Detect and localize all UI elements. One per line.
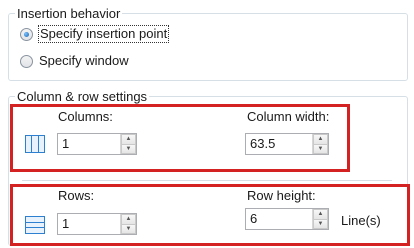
- column-width-label: Column width:: [247, 109, 329, 125]
- rows-value[interactable]: 1: [58, 214, 120, 234]
- column-row-settings-title: Column & row settings: [15, 89, 150, 104]
- column-width-spin-buttons: ▲ ▼: [312, 134, 328, 154]
- column-width-decrement-button[interactable]: ▼: [313, 144, 328, 154]
- row-height-unit: Line(s): [341, 213, 381, 228]
- columns-label: Columns:: [58, 109, 113, 125]
- columns-value[interactable]: 1: [58, 134, 120, 154]
- rows-decrement-button[interactable]: ▼: [121, 224, 136, 234]
- insertion-behavior-group: [8, 13, 408, 81]
- row-height-decrement-button[interactable]: ▼: [313, 219, 328, 229]
- columns-increment-button[interactable]: ▲: [121, 134, 136, 145]
- columns-label-text: Columns:: [58, 109, 113, 124]
- specify-insertion-point-option[interactable]: Specify insertion point: [20, 25, 170, 43]
- row-height-value[interactable]: 6: [246, 209, 312, 229]
- rows-spinbox[interactable]: 1 ▲ ▼: [57, 213, 137, 235]
- columns-spin-buttons: ▲ ▼: [120, 134, 136, 154]
- row-height-label: Row height:: [247, 188, 316, 204]
- row-height-label-text: Row height:: [247, 188, 316, 203]
- specify-insertion-point-label: Specify insertion point: [37, 25, 170, 43]
- row-height-spin-buttons: ▲ ▼: [312, 209, 328, 229]
- specify-window-label: Specify window: [39, 53, 129, 68]
- column-width-increment-button[interactable]: ▲: [313, 134, 328, 145]
- rows-spin-buttons: ▲ ▼: [120, 214, 136, 234]
- columns-decrement-button[interactable]: ▼: [121, 144, 136, 154]
- specify-insertion-point-radio[interactable]: [20, 27, 33, 41]
- settings-separator: [22, 180, 392, 181]
- row-height-increment-button[interactable]: ▲: [313, 209, 328, 220]
- column-width-label-text: Column width:: [247, 109, 330, 124]
- specify-window-radio[interactable]: [20, 54, 33, 68]
- specify-window-option[interactable]: Specify window: [20, 52, 129, 70]
- rows-label: Rows:: [58, 188, 94, 204]
- insertion-behavior-title: Insertion behavior: [15, 6, 123, 21]
- column-width-spinbox[interactable]: 63.5 ▲ ▼: [245, 133, 329, 155]
- row-height-spinbox[interactable]: 6 ▲ ▼: [245, 208, 329, 230]
- columns-spinbox[interactable]: 1 ▲ ▼: [57, 133, 137, 155]
- rows-icon: [25, 216, 45, 234]
- rows-increment-button[interactable]: ▲: [121, 214, 136, 225]
- columns-icon: [25, 135, 45, 153]
- column-width-value[interactable]: 63.5: [246, 134, 312, 154]
- rows-label-text: Rows:: [58, 188, 95, 203]
